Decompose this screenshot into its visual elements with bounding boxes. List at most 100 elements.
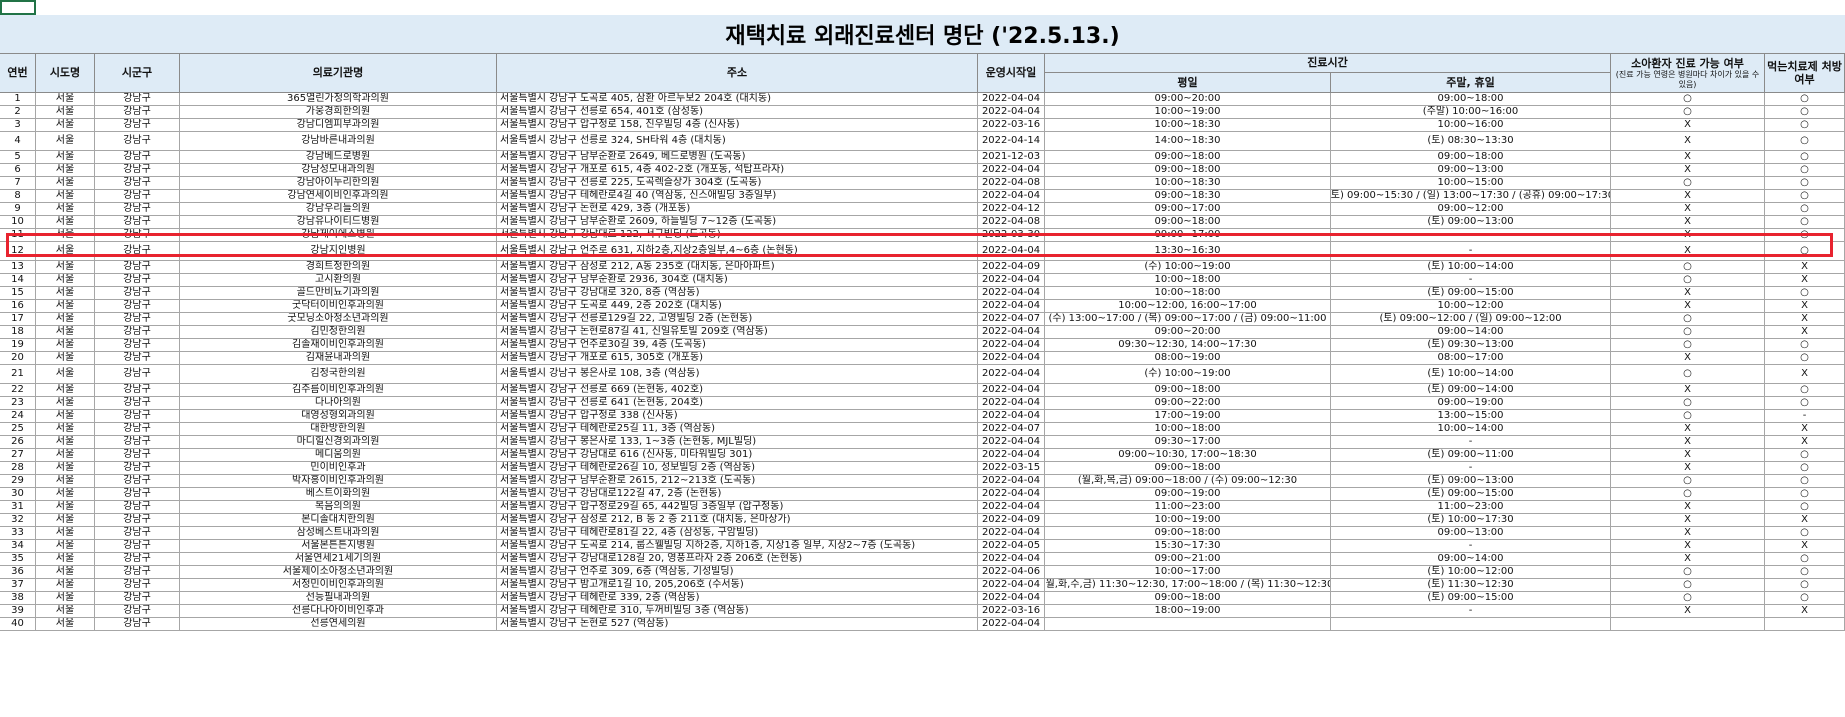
- cell-sido[interactable]: 서울: [36, 106, 95, 119]
- cell-start[interactable]: 2022-04-09: [978, 514, 1045, 527]
- cell-sigungu[interactable]: 강남구: [95, 365, 180, 384]
- cell-weekend[interactable]: (토) 10:00~14:00: [1331, 261, 1611, 274]
- cell-weekend[interactable]: (토) 10:00~14:00: [1331, 365, 1611, 384]
- cell-weekend[interactable]: (토) 08:30~13:30: [1331, 132, 1611, 151]
- cell-child[interactable]: ○: [1611, 475, 1765, 488]
- cell-weekend[interactable]: 13:00~15:00: [1331, 410, 1611, 423]
- cell-name[interactable]: 서울제이소아청소년과의원: [180, 566, 497, 579]
- cell-name[interactable]: 경희트정한의원: [180, 261, 497, 274]
- cell-no[interactable]: 20: [0, 352, 36, 365]
- cell-no[interactable]: 22: [0, 384, 36, 397]
- cell-sido[interactable]: 서울: [36, 300, 95, 313]
- cell-no[interactable]: 7: [0, 177, 36, 190]
- cell-start[interactable]: 2022-04-04: [978, 106, 1045, 119]
- cell-sigungu[interactable]: 강남구: [95, 203, 180, 216]
- cell-weekday[interactable]: 10:00~18:30: [1045, 177, 1331, 190]
- cell-start[interactable]: 2022-04-04: [978, 300, 1045, 313]
- cell-weekday[interactable]: 09:00~20:00: [1045, 93, 1331, 106]
- cell-sigungu[interactable]: 강남구: [95, 384, 180, 397]
- cell-no[interactable]: 30: [0, 488, 36, 501]
- header-rx[interactable]: 먹는치료제 처방여부: [1765, 54, 1845, 93]
- cell-sigungu[interactable]: 강남구: [95, 164, 180, 177]
- cell-no[interactable]: 1: [0, 93, 36, 106]
- cell-name[interactable]: 서울본튼튼지병원: [180, 540, 497, 553]
- cell-weekend[interactable]: 09:00~13:00: [1331, 527, 1611, 540]
- cell-weekend[interactable]: (주말) 10:00~16:00: [1331, 106, 1611, 119]
- cell-weekday[interactable]: 14:00~18:30: [1045, 132, 1331, 151]
- cell-no[interactable]: 16: [0, 300, 36, 313]
- cell-no[interactable]: 24: [0, 410, 36, 423]
- cell-weekday[interactable]: 09:00~18:00: [1045, 216, 1331, 229]
- cell-addr[interactable]: 서울특별시 강남구 남부순환로 2615, 212~213호 (도곡동): [497, 475, 978, 488]
- cell-weekend[interactable]: (토) 09:00~15:00: [1331, 287, 1611, 300]
- cell-start[interactable]: 2022-04-04: [978, 553, 1045, 566]
- cell-no[interactable]: 17: [0, 313, 36, 326]
- cell-rx[interactable]: ○: [1765, 177, 1845, 190]
- cell-rx[interactable]: [1765, 618, 1845, 631]
- cell-child[interactable]: X: [1611, 462, 1765, 475]
- cell-name[interactable]: 365열린가정의학과의원: [180, 93, 497, 106]
- cell-rx[interactable]: ○: [1765, 93, 1845, 106]
- cell-no[interactable]: 11: [0, 229, 36, 242]
- cell-addr[interactable]: 서울특별시 강남구 봉은사로 133, 1~3층 (논현동, MJL빌딩): [497, 436, 978, 449]
- cell-weekday[interactable]: [1045, 618, 1331, 631]
- cell-name[interactable]: 강남디엠피부과의원: [180, 119, 497, 132]
- cell-child[interactable]: ○: [1611, 339, 1765, 352]
- cell-rx[interactable]: ○: [1765, 151, 1845, 164]
- cell-child[interactable]: X: [1611, 300, 1765, 313]
- cell-child[interactable]: X: [1611, 384, 1765, 397]
- cell-weekday[interactable]: 09:00~18:00: [1045, 151, 1331, 164]
- cell-weekday[interactable]: (수) 13:00~17:00 / (목) 09:00~17:00 / (금) …: [1045, 313, 1331, 326]
- cell-sigungu[interactable]: 강남구: [95, 313, 180, 326]
- cell-sigungu[interactable]: 강남구: [95, 261, 180, 274]
- cell-name[interactable]: 김재윤내과의원: [180, 352, 497, 365]
- cell-weekend[interactable]: (토) 09:00~15:00: [1331, 592, 1611, 605]
- cell-weekend[interactable]: 10:00~14:00: [1331, 423, 1611, 436]
- cell-sigungu[interactable]: 강남구: [95, 119, 180, 132]
- cell-sido[interactable]: 서울: [36, 242, 95, 261]
- cell-name[interactable]: 강남아이누리한의원: [180, 177, 497, 190]
- cell-sigungu[interactable]: 강남구: [95, 177, 180, 190]
- cell-sido[interactable]: 서울: [36, 436, 95, 449]
- cell-no[interactable]: 19: [0, 339, 36, 352]
- cell-sido[interactable]: 서울: [36, 229, 95, 242]
- cell-name[interactable]: 가웅경희한의원: [180, 106, 497, 119]
- cell-weekend[interactable]: (토) 10:00~12:00: [1331, 566, 1611, 579]
- cell-rx[interactable]: X: [1765, 540, 1845, 553]
- cell-sido[interactable]: 서울: [36, 566, 95, 579]
- cell-child[interactable]: X: [1611, 229, 1765, 242]
- cell-child[interactable]: ○: [1611, 397, 1765, 410]
- cell-rx[interactable]: ○: [1765, 190, 1845, 203]
- cell-addr[interactable]: 서울특별시 강남구 강남대로122길 47, 2층 (논현동): [497, 488, 978, 501]
- cell-sigungu[interactable]: 강남구: [95, 462, 180, 475]
- cell-weekend[interactable]: -: [1331, 605, 1611, 618]
- cell-addr[interactable]: 서울특별시 강남구 논현로87길 41, 신일유토빌 209호 (역삼동): [497, 326, 978, 339]
- cell-no[interactable]: 3: [0, 119, 36, 132]
- cell-start[interactable]: 2022-03-16: [978, 119, 1045, 132]
- cell-start[interactable]: 2022-04-04: [978, 93, 1045, 106]
- cell-weekend[interactable]: (토) 09:30~13:00: [1331, 339, 1611, 352]
- cell-start[interactable]: 2022-04-08: [978, 216, 1045, 229]
- cell-start[interactable]: 2022-04-04: [978, 365, 1045, 384]
- cell-name[interactable]: 강남성모내과의원: [180, 164, 497, 177]
- cell-weekday[interactable]: 09:00~22:00: [1045, 397, 1331, 410]
- cell-sido[interactable]: 서울: [36, 384, 95, 397]
- cell-start[interactable]: 2022-04-04: [978, 339, 1045, 352]
- cell-weekday[interactable]: 09:00~19:00: [1045, 488, 1331, 501]
- cell-no[interactable]: 5: [0, 151, 36, 164]
- cell-name[interactable]: 민이비인후과: [180, 462, 497, 475]
- cell-sido[interactable]: 서울: [36, 618, 95, 631]
- cell-sigungu[interactable]: 강남구: [95, 151, 180, 164]
- active-cell-cursor[interactable]: [0, 0, 36, 15]
- cell-name[interactable]: 골드만비뇨기과의원: [180, 287, 497, 300]
- cell-no[interactable]: 35: [0, 553, 36, 566]
- cell-sigungu[interactable]: 강남구: [95, 592, 180, 605]
- cell-weekday[interactable]: 09:00~18:30: [1045, 190, 1331, 203]
- cell-child[interactable]: ○: [1611, 93, 1765, 106]
- cell-weekend[interactable]: 10:00~12:00: [1331, 300, 1611, 313]
- cell-sigungu[interactable]: 강남구: [95, 579, 180, 592]
- cell-sido[interactable]: 서울: [36, 274, 95, 287]
- cell-weekend[interactable]: 09:00~13:00: [1331, 164, 1611, 177]
- cell-no[interactable]: 29: [0, 475, 36, 488]
- cell-start[interactable]: 2022-04-04: [978, 352, 1045, 365]
